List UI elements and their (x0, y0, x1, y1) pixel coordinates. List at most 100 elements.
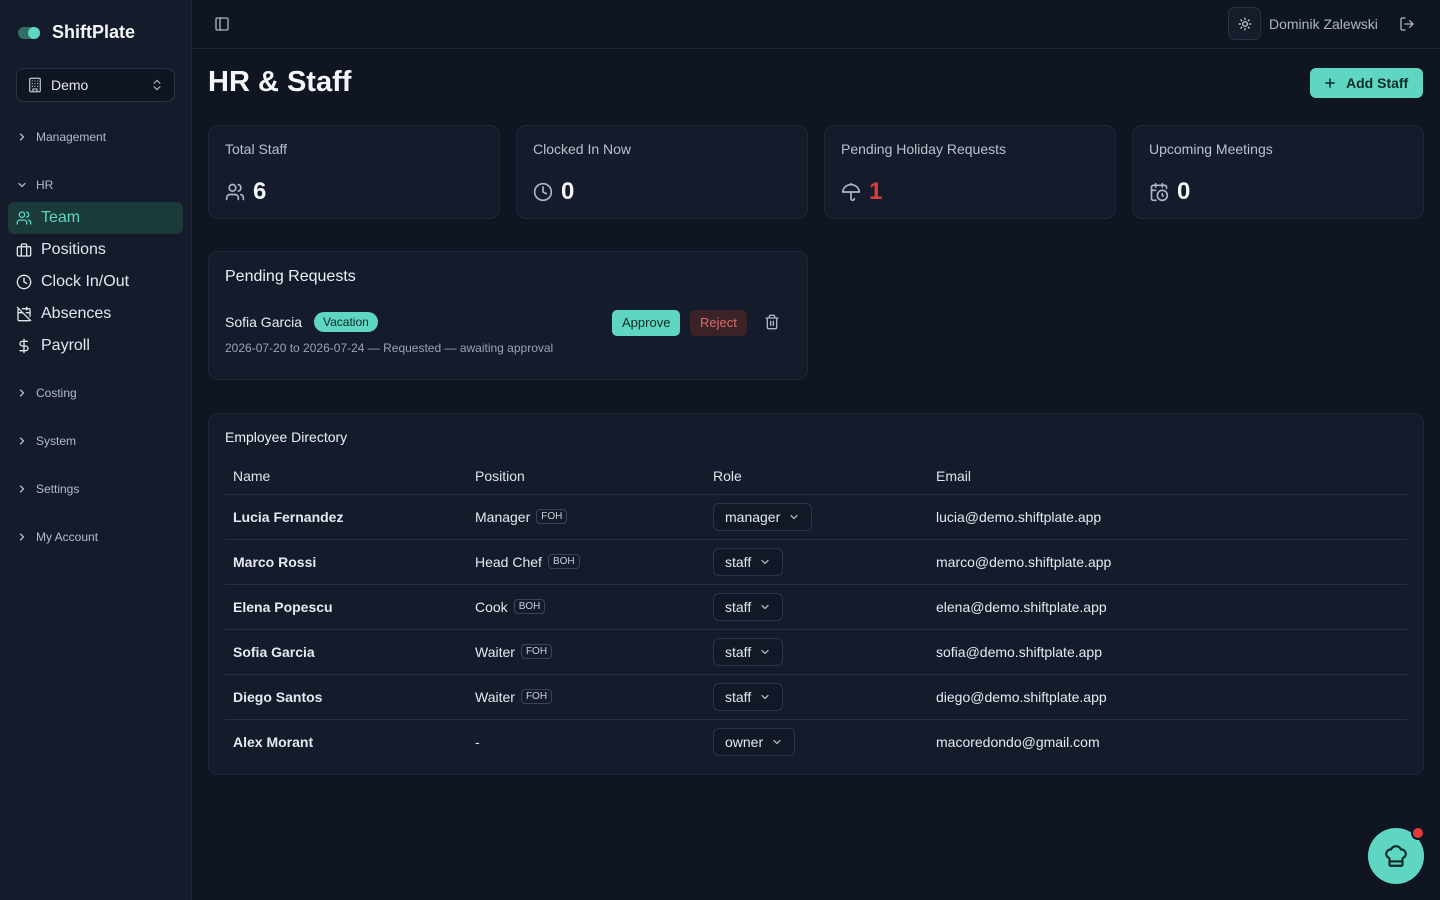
employee-role-cell: owner (705, 719, 928, 764)
table-row[interactable]: Elena Popescu Cook BOH staff elena@demo.s… (225, 584, 1407, 630)
add-staff-button[interactable]: Add Staff (1310, 68, 1423, 98)
table-row[interactable]: Alex Morant - owner macoredondo@gmail.co… (225, 719, 1407, 764)
sidebar-item-payroll[interactable]: Payroll (8, 330, 183, 362)
nav-group-management[interactable]: Management (16, 130, 106, 144)
sidebar-toggle-button[interactable] (214, 16, 230, 32)
card-title: Employee Directory (225, 429, 348, 445)
position-department-tag: FOH (520, 689, 553, 704)
employee-position-cell: Waiter FOH (467, 629, 705, 675)
employee-position: Waiter (475, 688, 515, 705)
nav-group-my-account[interactable]: My Account (16, 530, 98, 544)
role-select[interactable]: staff (713, 637, 784, 666)
theme-toggle-button[interactable] (1228, 7, 1261, 40)
sidebar-item-label: Positions (41, 241, 106, 258)
column-header-name[interactable]: Name (225, 459, 467, 495)
sidebar: ShiftPlate Demo Management HR Team Posit… (0, 0, 192, 900)
table-row[interactable]: Sofia Garcia Waiter FOH staff sofia@demo.… (225, 629, 1407, 675)
chevrons-up-down-icon (153, 79, 161, 91)
employee-email: diego@demo.shiftplate.app (928, 674, 1407, 720)
role-select[interactable]: staff (713, 547, 784, 576)
employee-name: Sofia Garcia (225, 629, 467, 675)
sidebar-item-positions[interactable]: Positions (8, 234, 183, 266)
sidebar-item-label: Team (41, 209, 81, 226)
user-name: Dominik Zalewski (1269, 16, 1378, 32)
clock-icon (533, 182, 553, 202)
employee-email: sofia@demo.shiftplate.app (928, 629, 1407, 675)
table-row[interactable]: Lucia Fernandez Manager FOH manager lucia… (225, 494, 1407, 540)
nav-group-hr[interactable]: HR (16, 178, 53, 192)
role-select[interactable]: manager (713, 502, 813, 531)
nav-group-costing[interactable]: Costing (16, 386, 77, 400)
sun-icon (1238, 17, 1251, 30)
role-select[interactable]: staff (713, 682, 784, 711)
page-title: HR & Staff (208, 66, 352, 98)
employee-directory-card: Employee Directory Name Position Role Em… (208, 413, 1424, 775)
role-select[interactable]: owner (713, 727, 796, 756)
table-header-row: Name Position Role Email (225, 459, 1407, 495)
chevron-right-icon (19, 133, 25, 141)
employee-name: Elena Popescu (225, 584, 467, 630)
request-employee-name: Sofia Garcia (225, 314, 303, 330)
column-header-position[interactable]: Position (467, 459, 705, 495)
employee-position: Cook (475, 598, 508, 615)
org-select[interactable]: Demo (16, 68, 175, 102)
request-meta: 2026-07-20 to 2026-07-24 — Requested — a… (225, 341, 554, 355)
table-row[interactable]: Marco Rossi Head Chef BOH staff marco@dem… (225, 539, 1407, 585)
stat-card-pending-holiday: Pending Holiday Requests 1 (824, 125, 1116, 219)
briefcase-icon (16, 243, 32, 257)
role-select[interactable]: staff (713, 592, 784, 621)
sidebar-item-team[interactable]: Team (8, 202, 183, 234)
role-select-value: staff (725, 598, 752, 615)
role-select-value: staff (725, 553, 752, 570)
employee-position: - (475, 733, 480, 750)
stat-value: 0 (1149, 178, 1190, 206)
stat-title: Upcoming Meetings (1149, 141, 1273, 157)
nav-group-label: Settings (36, 482, 80, 496)
users-icon (225, 183, 245, 201)
nav-group-system[interactable]: System (16, 434, 76, 448)
sidebar-item-label: Payroll (41, 337, 90, 354)
dollar-icon (19, 338, 29, 354)
role-select-value: owner (725, 733, 764, 750)
employee-name: Diego Santos (225, 674, 467, 720)
employee-table: Name Position Role Email Lucia Fernandez… (225, 459, 1407, 764)
employee-email: lucia@demo.shiftplate.app (928, 494, 1407, 540)
stat-number: 0 (561, 178, 575, 205)
sidebar-item-clock[interactable]: Clock In/Out (8, 266, 183, 298)
request-type-badge: Vacation (314, 312, 378, 332)
logout-button[interactable] (1399, 16, 1415, 32)
position-department-tag: BOH (547, 554, 580, 569)
calendar-off-icon (16, 306, 32, 322)
nav-group-label: HR (36, 178, 54, 192)
chevron-right-icon (19, 437, 25, 445)
column-header-role[interactable]: Role (705, 459, 928, 495)
position-department-tag: FOH (536, 509, 568, 524)
employee-name: Lucia Fernandez (225, 494, 467, 540)
sidebar-item-absences[interactable]: Absences (8, 298, 183, 330)
stat-value: 6 (225, 178, 266, 206)
chevron-right-icon (19, 533, 25, 541)
logo-icon (18, 26, 42, 40)
reject-button[interactable]: Reject (690, 310, 747, 336)
column-header-email[interactable]: Email (928, 459, 1407, 495)
employee-email: elena@demo.shiftplate.app (928, 584, 1407, 630)
brand[interactable]: ShiftPlate (18, 22, 135, 43)
notification-dot (1411, 826, 1425, 840)
employee-name: Marco Rossi (225, 539, 467, 585)
delete-request-button[interactable] (764, 314, 780, 330)
nav-group-settings[interactable]: Settings (16, 482, 79, 496)
approve-button[interactable]: Approve (612, 310, 681, 336)
sidebar-item-label: Clock In/Out (41, 273, 130, 290)
stat-title: Total Staff (225, 141, 288, 157)
employee-position-cell: - (467, 719, 705, 764)
trash-icon (765, 314, 779, 330)
plus-icon (1325, 78, 1335, 88)
role-select-value: staff (725, 688, 752, 705)
employee-position: Head Chef (475, 553, 542, 570)
pending-requests-card: Pending Requests Sofia Garcia Vacation 2… (208, 251, 808, 380)
employee-email: macoredondo@gmail.com (936, 733, 1100, 750)
employee-position-cell: Head Chef BOH (467, 539, 705, 585)
stat-number: 6 (253, 178, 267, 205)
table-row[interactable]: Diego Santos Waiter FOH staff diego@demo.… (225, 674, 1407, 720)
org-select-value: Demo (51, 77, 89, 93)
